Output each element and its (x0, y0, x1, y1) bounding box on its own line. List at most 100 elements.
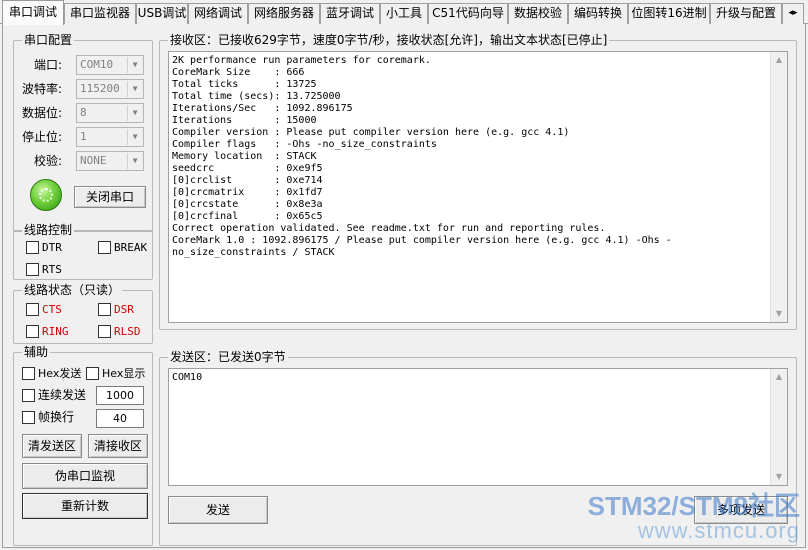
parity-select[interactable]: NONE ▼ (76, 151, 144, 171)
frame-newline-checkbox[interactable] (22, 411, 35, 424)
dsr-indicator (98, 303, 111, 316)
receive-line: Total time (secs): 13.725000 (172, 91, 341, 102)
assist-group: 辅助 Hex发送 Hex显示 连续发送 1000 帧换行 40 清发送区 清接收… (13, 344, 153, 546)
scroll-up-icon[interactable]: ▲ (771, 52, 787, 68)
rts-checkbox[interactable] (26, 263, 39, 276)
receive-line: Iterations : 15000 (172, 115, 317, 126)
receive-line: seedcrc : 0xe9f5 (172, 163, 323, 174)
baud-select[interactable]: 115200 ▼ (76, 79, 144, 99)
led-ring (39, 188, 53, 202)
receive-title: 接收区：已接收629字节，速度0字节/秒，接收状态[允许]，输出文本状态[已停止… (168, 32, 610, 48)
frame-newline-label: 帧换行 (38, 410, 75, 424)
ring-label: RING (42, 325, 69, 338)
hex-send-label: Hex发送 (38, 367, 82, 380)
line-status-group: 线路状态（只读） CTS DSR RING RLSD (13, 282, 153, 344)
receive-line: Total ticks : 13725 (172, 79, 317, 90)
port-select[interactable]: COM10 ▼ (76, 55, 144, 75)
parity-label: 校验: (34, 154, 63, 168)
dsr-label: DSR (114, 303, 134, 316)
close-port-button[interactable]: 关闭串口 (74, 186, 146, 208)
receive-line: CoreMark 1.0 : 1092.896175 / Please put … (172, 235, 672, 246)
stopbits-select[interactable]: 1 ▼ (76, 127, 144, 147)
receive-line: Correct operation validated. See readme.… (172, 223, 606, 234)
scroll-down-icon[interactable]: ▼ (771, 306, 787, 322)
rlsd-indicator (98, 325, 111, 338)
hex-send-checkbox[interactable] (22, 367, 35, 380)
break-label: BREAK (114, 241, 148, 254)
chevron-down-icon: ▼ (127, 129, 142, 145)
frame-value-input[interactable]: 40 (96, 409, 144, 428)
cts-indicator (26, 303, 39, 316)
tab-network-debug[interactable]: 网络调试 (188, 3, 248, 24)
led-green-icon (30, 179, 62, 211)
ring-indicator (26, 325, 39, 338)
port-label: 端口: (34, 58, 63, 72)
receive-line: 2K performance run parameters for corema… (172, 55, 431, 66)
chevron-down-icon: ▼ (127, 153, 142, 169)
receive-line: no_size_constraints / STACK (172, 247, 335, 258)
receive-line: CoreMark Size : 666 (172, 67, 305, 78)
stopbits-value: 1 (80, 130, 87, 143)
send-text: COM10 (172, 372, 203, 383)
break-checkbox[interactable] (98, 241, 111, 254)
receive-line: [0]crcstate : 0x8e3a (172, 199, 323, 210)
parity-value: NONE (80, 154, 107, 167)
send-textarea[interactable]: COM10 ▲ ▼ (168, 368, 788, 486)
hex-display-label: Hex显示 (102, 367, 146, 380)
receive-line: [0]crcmatrix : 0x1fd7 (172, 187, 323, 198)
tab-serial-monitor[interactable]: 串口监视器 (64, 3, 136, 24)
continuous-send-label: 连续发送 (38, 388, 87, 402)
clear-receive-button[interactable]: 清接收区 (88, 434, 148, 458)
receive-line: [0]crclist : 0xe714 (172, 175, 323, 186)
receive-textarea[interactable]: 2K performance run parameters for corema… (168, 51, 788, 323)
main-panel: 串口配置 端口: COM10 ▼ 波特率: 115200 ▼ 数据位: 8 ▼ … (2, 24, 806, 548)
cts-label: CTS (42, 303, 62, 316)
hex-display-checkbox[interactable] (86, 367, 99, 380)
chevron-down-icon: ▼ (127, 81, 142, 97)
tab-data-check[interactable]: 数据校验 (508, 3, 568, 24)
receive-group: 接收区：已接收629字节，速度0字节/秒，接收状态[允许]，输出文本状态[已停止… (159, 32, 797, 330)
tab-encoding-convert[interactable]: 编码转换 (568, 3, 628, 24)
tab-network-server[interactable]: 网络服务器 (248, 3, 320, 24)
send-title: 发送区：已发送0字节 (168, 349, 288, 365)
line-control-title: 线路控制 (22, 222, 75, 238)
multi-send-button[interactable]: 多项发送 (694, 496, 788, 524)
receive-line: Compiler version : Please put compiler v… (172, 127, 570, 138)
continuous-interval-input[interactable]: 1000 (96, 386, 144, 405)
tab-bar: 串口调试 串口监视器 USB调试 网络调试 网络服务器 蓝牙调试 小工具 C51… (0, 0, 808, 25)
receive-line: Compiler flags : -Ohs -no_size_constrain… (172, 139, 437, 150)
tab-tools[interactable]: 小工具 (380, 3, 428, 24)
send-button[interactable]: 发送 (168, 496, 268, 524)
send-group: 发送区：已发送0字节 COM10 ▲ ▼ 发送 多项发送 (159, 349, 797, 546)
receive-line: Memory location : STACK (172, 151, 317, 162)
tab-bluetooth-debug[interactable]: 蓝牙调试 (320, 3, 380, 24)
recount-button[interactable]: 重新计数 (22, 493, 148, 519)
dtr-checkbox[interactable] (26, 241, 39, 254)
chevron-down-icon: ▼ (127, 105, 142, 121)
receive-scrollbar[interactable]: ▲ ▼ (770, 52, 787, 322)
tab-usb-debug[interactable]: USB调试 (136, 3, 188, 24)
line-status-title: 线路状态（只读） (22, 282, 123, 298)
receive-line: Iterations/Sec : 1092.896175 (172, 103, 353, 114)
scroll-down-icon[interactable]: ▼ (771, 469, 787, 485)
tab-bitmap-to-hex[interactable]: 位图转16进制 (628, 3, 710, 24)
databits-label: 数据位: (22, 106, 63, 120)
continuous-send-checkbox[interactable] (22, 389, 35, 402)
tab-serial-debug[interactable]: 串口调试 (2, 0, 64, 25)
fake-monitor-button[interactable]: 伪串口监视 (22, 463, 148, 489)
dtr-label: DTR (42, 241, 62, 254)
serial-config-group: 串口配置 端口: COM10 ▼ 波特率: 115200 ▼ 数据位: 8 ▼ … (13, 32, 153, 232)
baud-label: 波特率: (22, 82, 63, 96)
tab-c51-wizard[interactable]: C51代码向导 (428, 3, 508, 24)
clear-send-button[interactable]: 清发送区 (22, 434, 82, 458)
databits-select[interactable]: 8 ▼ (76, 103, 144, 123)
stopbits-label: 停止位: (22, 130, 63, 144)
send-scrollbar[interactable]: ▲ ▼ (770, 369, 787, 485)
tab-scroll-arrows[interactable]: ◂▸ (782, 3, 804, 24)
rlsd-label: RLSD (114, 325, 141, 338)
tab-upgrade-config[interactable]: 升级与配置 (710, 3, 782, 24)
rts-label: RTS (42, 263, 62, 276)
databits-value: 8 (80, 106, 87, 119)
serial-config-title: 串口配置 (22, 32, 75, 48)
scroll-up-icon[interactable]: ▲ (771, 369, 787, 385)
